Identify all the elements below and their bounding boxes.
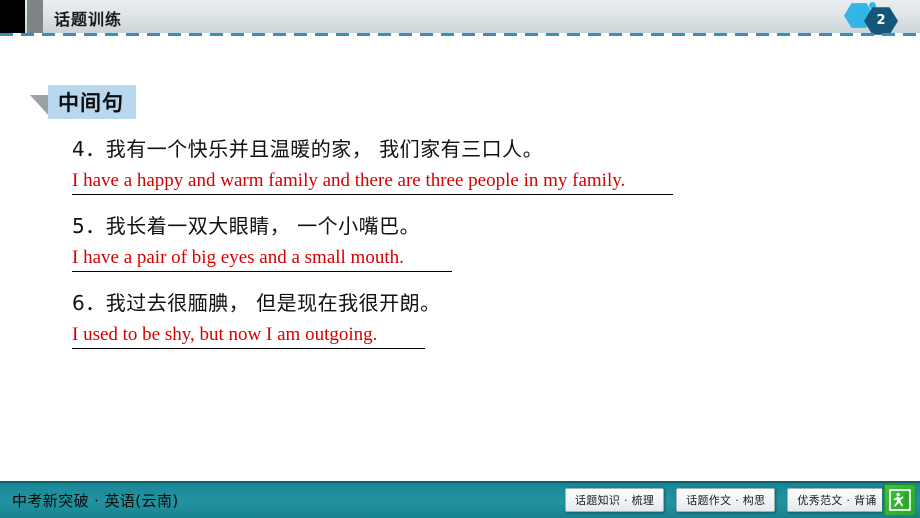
english-answer: I have a pair of big eyes and a small mo… [72, 245, 452, 272]
chinese-sentence: 5．我长着一双大眼睛， 一个小嘴巴。 [72, 214, 421, 238]
nav-button-topic-writing[interactable]: 话题作文 · 构思 [676, 488, 776, 512]
list-item: 4．我有一个快乐并且温暖的家， 我们家有三口人。 I have a happy … [72, 130, 872, 203]
footer-nav-buttons: 话题知识 · 梳理 话题作文 · 构思 优秀范文 · 背诵 [565, 488, 887, 512]
section-ribbon-fold-icon [30, 95, 50, 117]
english-answer: I used to be shy, but now I am outgoing. [72, 322, 426, 349]
section-title-box: 中间句 [48, 85, 136, 119]
list-item: 5．我长着一双大眼睛， 一个小嘴巴。 I have a pair of big … [72, 207, 872, 280]
page-header: 话题训练 2 [0, 0, 920, 35]
exit-running-man-icon[interactable] [884, 484, 916, 516]
badge-number: 2 [876, 13, 886, 28]
header-black-accent-block [0, 0, 25, 33]
chinese-sentence: 4．我有一个快乐并且温暖的家， 我们家有三口人。 [72, 137, 544, 161]
list-item: 6．我过去很腼腆， 但是现在我很开朗。 I used to be shy, bu… [72, 284, 872, 357]
nav-button-model-essay[interactable]: 优秀范文 · 背诵 [787, 488, 887, 512]
english-answer: I have a happy and warm family and there… [72, 168, 674, 195]
header-badge-group: 2 [842, 1, 906, 35]
section-title-label: 中间句 [58, 91, 124, 115]
page-title: 话题训练 [54, 10, 123, 29]
content-area: 4．我有一个快乐并且温暖的家， 我们家有三口人。 I have a happy … [72, 130, 872, 361]
header-dashed-divider [0, 33, 920, 36]
footer-brand-label: 中考新突破 · 英语(云南) [12, 492, 179, 510]
chinese-sentence: 6．我过去很腼腆， 但是现在我很开朗。 [72, 291, 441, 315]
footer-top-divider [0, 481, 920, 483]
nav-button-topic-knowledge[interactable]: 话题知识 · 梳理 [565, 488, 665, 512]
header-gray-accent-block [27, 0, 43, 33]
